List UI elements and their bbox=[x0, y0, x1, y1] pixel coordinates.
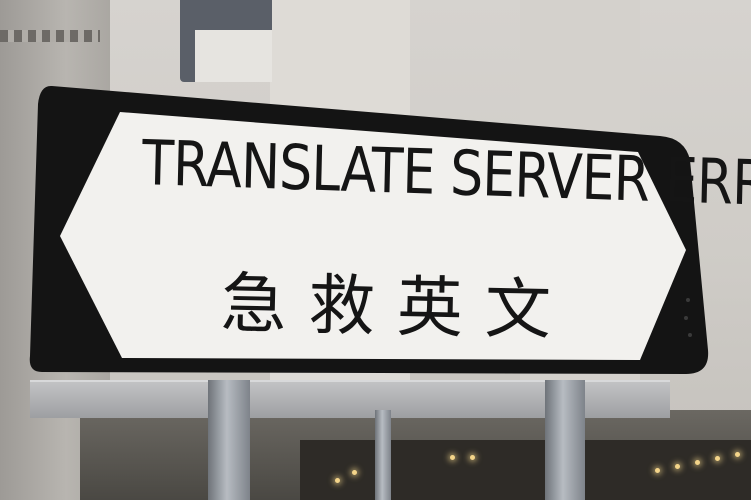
sign-rivet bbox=[684, 316, 688, 320]
sign-english-text: TRANSLATE SERVER ERROR bbox=[141, 126, 751, 222]
sign-rivet bbox=[688, 333, 692, 337]
sign-chinese-text: 急救英文 bbox=[220, 264, 574, 350]
sign-rivet bbox=[686, 298, 690, 302]
street-sign bbox=[29, 85, 709, 374]
street-scene: TRANSLATE SERVER ERROR 急救英文 bbox=[0, 0, 751, 500]
